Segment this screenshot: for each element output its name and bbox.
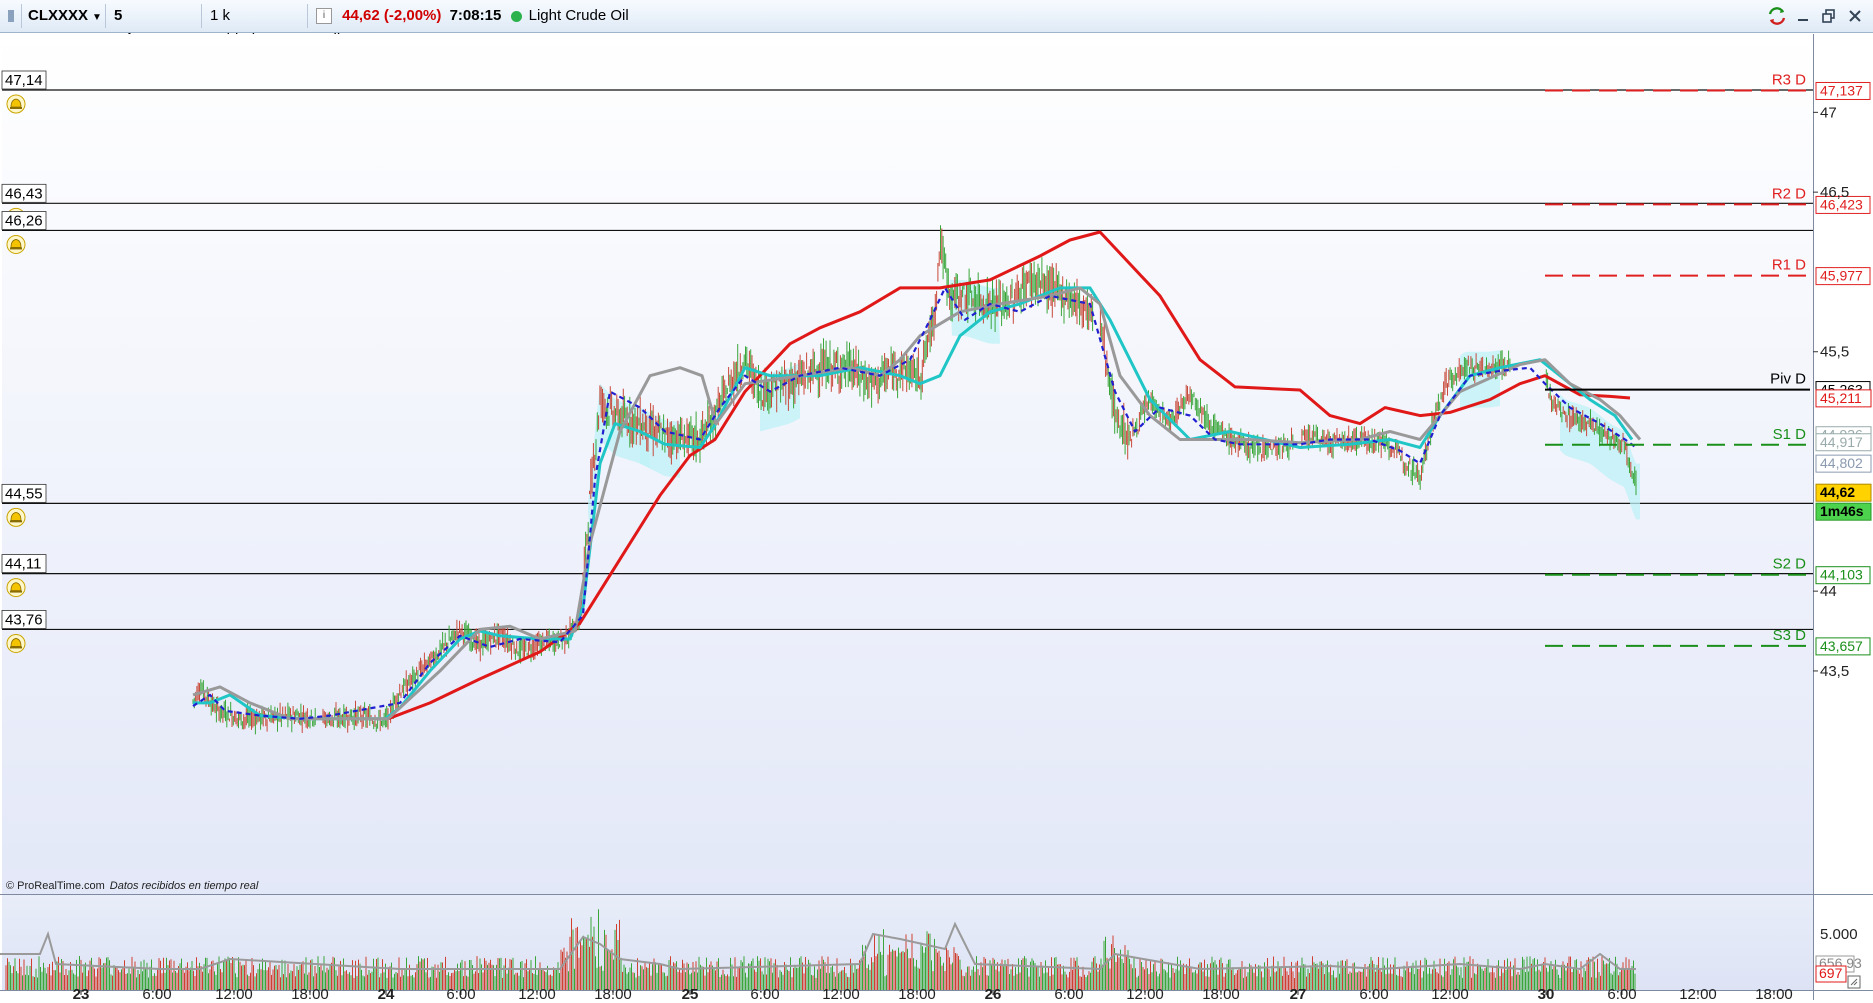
restore-icon[interactable]	[1819, 6, 1839, 26]
time-tick-label: 6:00	[1054, 986, 1083, 1000]
time-tick-label: 24	[378, 986, 395, 1000]
time-tick-label: 6:00	[1359, 986, 1388, 1000]
pivot-label: S2 D	[1773, 556, 1807, 573]
time-tick-label: 12:00	[1126, 986, 1164, 1000]
instrument-info: i 44,62 (-2,00%) 7:08:15 Light Crude Oil…	[310, 4, 670, 48]
price-tick-label: 47	[1820, 104, 1837, 121]
watermark-brand: © ProRealTime.com	[6, 880, 105, 892]
pivot-label: Piv D	[1770, 371, 1806, 388]
pivot-label: R1 D	[1772, 257, 1806, 274]
time-tick-label: 6:00	[142, 986, 171, 1000]
time-tick-label: 6:00	[446, 986, 475, 1000]
watermark-note: Datos recibidos en tiempo real	[110, 880, 259, 892]
bell-icon[interactable]	[6, 94, 26, 114]
watermark: © ProRealTime.com Datos recibidos en tiem…	[6, 880, 259, 892]
pivot-label: S3 D	[1773, 627, 1807, 644]
quote-time: 7:08:15	[449, 7, 502, 24]
alert-label: 47,14	[5, 72, 43, 89]
pivot-price: 45,977	[1820, 268, 1863, 284]
price-tick-label: 43,5	[1820, 663, 1849, 680]
sync-icon[interactable]	[1767, 6, 1787, 26]
time-tick-label: 12:00	[215, 986, 253, 1000]
chart-toolbar: CLXXXX▼ 5 minutos▼ 1 k unidades▼ i 44,62…	[0, 0, 1873, 48]
pivot-price: 44,103	[1820, 567, 1863, 583]
price-tag-label: 44,917	[1820, 434, 1863, 450]
pivot-label: S1 D	[1773, 426, 1807, 443]
price-tag-label: 45,211	[1820, 390, 1862, 406]
time-tick-label: 12:00	[518, 986, 556, 1000]
window-controls	[1767, 5, 1865, 27]
timeframe-select[interactable]: 5 minutos▼	[108, 4, 202, 48]
bell-icon[interactable]	[6, 578, 26, 598]
app-menu-icon[interactable]	[0, 4, 22, 28]
alert-label: 46,43	[5, 185, 43, 202]
time-tick-label: 12:00	[822, 986, 860, 1000]
alert-label: 44,11	[5, 556, 41, 573]
status-dot	[511, 10, 523, 22]
pivot-price: 47,137	[1820, 82, 1863, 98]
time-tick-label: 12:00	[1431, 986, 1469, 1000]
volume-tick-label: 5.000	[1820, 926, 1858, 943]
time-tick-label: 18:00	[1755, 986, 1793, 1000]
pivot-label: R2 D	[1772, 185, 1806, 202]
bell-icon[interactable]	[6, 507, 26, 527]
bell-icon[interactable]	[6, 234, 26, 254]
price-tag-label: 44,802	[1820, 455, 1863, 471]
symbol-select[interactable]: CLXXXX ▼	[22, 4, 106, 28]
panel-settings-icon[interactable]	[1847, 975, 1861, 989]
alert-label: 46,26	[5, 212, 43, 229]
time-tick-label: 18:00	[1202, 986, 1240, 1000]
time-tick-label: 6:00	[750, 986, 779, 1000]
price-chart[interactable]: R3 D47,137R2 D46,423R1 D45,977Piv D45,26…	[0, 34, 1873, 1003]
time-tick-label: 27	[1290, 986, 1307, 1000]
price-tick-label: 44	[1820, 583, 1837, 600]
pivot-price: 43,657	[1820, 638, 1863, 654]
time-tick-label: 25	[682, 986, 699, 1000]
units-select[interactable]: 1 k unidades▼	[204, 4, 308, 48]
time-tick-label: 23	[73, 986, 90, 1000]
pivot-label: R3 D	[1772, 71, 1806, 88]
price-tag-label: 1m46s	[1820, 503, 1864, 519]
time-tick-label: 26	[985, 986, 1002, 1000]
price-change: 44,62 (-2,00%)	[342, 7, 442, 24]
time-tick-label: 12:00	[1679, 986, 1717, 1000]
minimize-icon[interactable]	[1793, 6, 1813, 26]
bell-icon[interactable]	[6, 633, 26, 653]
time-tick-label: 18:00	[594, 986, 632, 1000]
alert-label: 43,76	[5, 611, 43, 628]
alert-label: 44,55	[5, 485, 43, 502]
chevron-down-icon: ▼	[92, 12, 102, 23]
time-tick-label: 30	[1538, 986, 1555, 1000]
close-icon[interactable]	[1845, 6, 1865, 26]
price-tag-label: 44,62	[1820, 484, 1855, 500]
time-tick-label: 18:00	[291, 986, 329, 1000]
time-tick-label: 6:00	[1607, 986, 1636, 1000]
volume-tag-label: 697	[1819, 965, 1843, 981]
symbol-label: CLXXXX	[28, 7, 89, 24]
price-panel	[2, 34, 1813, 894]
price-tick-label: 46,5	[1820, 184, 1849, 201]
info-icon[interactable]: i	[316, 8, 332, 25]
price-tick-label: 45,5	[1820, 344, 1849, 361]
time-tick-label: 18:00	[898, 986, 936, 1000]
